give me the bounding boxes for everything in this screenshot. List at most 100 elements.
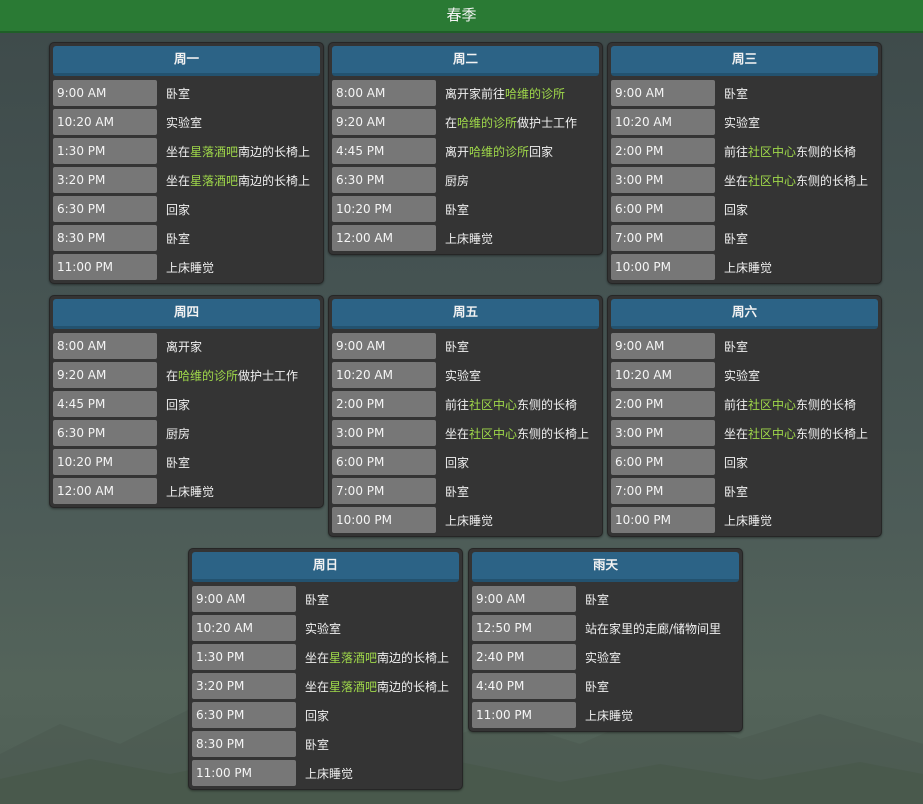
location-text: 回家 [296,707,329,724]
location-text: 上床睡觉 [157,483,214,500]
time-cell: 6:00 PM [611,196,715,222]
location-text: 卧室 [296,591,329,608]
location-segment: 上床睡觉 [305,766,354,781]
location-segment: 离开家前往 [445,86,506,101]
schedule-row: 12:00 AM 上床睡觉 [53,478,320,504]
location-segment: 前往 [724,397,749,412]
location-segment: 卧室 [305,737,330,752]
schedule-row: 10:00 PM 上床睡觉 [611,254,878,280]
schedule-row: 11:00 PM 上床睡觉 [192,760,459,786]
time-cell: 4:45 PM [332,138,436,164]
location-text: 在哈维的诊所做护士工作 [157,367,298,384]
season-header: 春季 [0,0,923,33]
time-cell: 10:20 PM [332,196,436,222]
location-segment: 上床睡觉 [445,231,494,246]
location-link[interactable]: 社区中心 [748,174,796,188]
schedule-card-rainy: 雨天 9:00 AM 卧室 12:50 PM 站在家里的走廊/储物间里 2:40 PM 实验… [468,548,743,732]
location-link[interactable]: 社区中心 [469,398,517,412]
location-segment: 卧室 [585,679,610,694]
schedule-row: 2:00 PM 前往社区中心东侧的长椅 [611,138,878,164]
location-segment: 前往 [445,397,470,412]
location-link[interactable]: 社区中心 [748,145,796,159]
location-segment: 实验室 [166,115,203,130]
time-cell: 10:20 AM [332,362,436,388]
location-text: 上床睡觉 [296,765,353,782]
time-cell: 12:50 PM [472,615,576,641]
schedule-row: 6:30 PM 回家 [53,196,320,222]
location-segment: 坐在 [305,679,330,694]
time-cell: 9:00 AM [472,586,576,612]
location-segment: 厨房 [166,426,191,441]
location-segment: 南边的长椅上 [377,650,450,665]
time-cell: 3:00 PM [611,167,715,193]
schedule-row: 12:50 PM 站在家里的走廊/储物间里 [472,615,739,641]
location-link[interactable]: 哈维的诊所 [469,145,529,159]
season-title: 春季 [446,6,477,24]
location-segment: 回家 [166,202,191,217]
location-link[interactable]: 星落酒吧 [190,145,238,159]
schedule-row: 11:00 PM 上床睡觉 [53,254,320,280]
location-link[interactable]: 社区中心 [748,398,796,412]
location-segment: 上床睡觉 [724,260,773,275]
schedule-card-monday: 周一 9:00 AM 卧室 10:20 AM 实验室 1:30 PM 坐在星落酒吧南边的长椅… [49,42,324,284]
time-cell: 9:00 AM [332,333,436,359]
schedule-row: 2:40 PM 实验室 [472,644,739,670]
location-text: 回家 [157,396,190,413]
location-segment: 东侧的长椅上 [796,173,869,188]
location-segment: 卧室 [724,484,749,499]
time-cell: 8:30 PM [53,225,157,251]
time-cell: 10:20 AM [53,109,157,135]
location-text: 卧室 [157,454,190,471]
schedule-row: 9:20 AM 在哈维的诊所做护士工作 [53,362,320,388]
time-cell: 2:00 PM [611,138,715,164]
time-cell: 6:30 PM [53,420,157,446]
location-segment: 坐在 [724,426,749,441]
time-cell: 12:00 AM [332,225,436,251]
location-segment: 坐在 [445,426,470,441]
location-link[interactable]: 星落酒吧 [329,680,377,694]
schedule-card-thursday: 周四 8:00 AM 离开家 9:20 AM 在哈维的诊所做护士工作 4:45 PM 回家 6… [49,295,324,508]
time-cell: 9:00 AM [53,80,157,106]
schedule-row: 9:20 AM 在哈维的诊所做护士工作 [332,109,599,135]
time-cell: 7:00 PM [611,478,715,504]
location-segment: 上床睡觉 [724,513,773,528]
schedule-row: 2:00 PM 前往社区中心东侧的长椅 [611,391,878,417]
location-link[interactable]: 星落酒吧 [329,651,377,665]
location-link[interactable]: 哈维的诊所 [505,87,565,101]
time-cell: 10:20 PM [53,449,157,475]
schedule-row: 10:00 PM 上床睡觉 [332,507,599,533]
time-cell: 9:00 AM [192,586,296,612]
location-text: 卧室 [715,85,748,102]
schedule-row: 6:00 PM 回家 [332,449,599,475]
location-segment: 实验室 [585,650,622,665]
location-segment: 卧室 [445,202,470,217]
schedule-card-saturday: 周六 9:00 AM 卧室 10:20 AM 实验室 2:00 PM 前往社区中心东侧的长椅… [607,295,882,537]
location-text: 厨房 [157,425,190,442]
location-link[interactable]: 星落酒吧 [190,174,238,188]
location-text: 卧室 [296,736,329,753]
location-text: 前往社区中心东侧的长椅 [715,143,856,160]
location-text: 离开哈维的诊所回家 [436,143,553,160]
location-segment: 卧室 [166,455,191,470]
location-link[interactable]: 哈维的诊所 [457,116,517,130]
time-cell: 7:00 PM [611,225,715,251]
time-cell: 7:00 PM [332,478,436,504]
location-link[interactable]: 社区中心 [748,427,796,441]
location-segment: 离开 [445,144,470,159]
location-text: 实验室 [715,114,760,131]
location-text: 坐在社区中心东侧的长椅上 [715,172,868,189]
time-cell: 9:20 AM [332,109,436,135]
location-link[interactable]: 哈维的诊所 [178,369,238,383]
schedule-card-friday: 周五 9:00 AM 卧室 10:20 AM 实验室 2:00 PM 前往社区中心东侧的长椅… [328,295,603,537]
location-text: 上床睡觉 [436,230,493,247]
location-segment: 卧室 [724,86,749,101]
location-text: 厨房 [436,172,469,189]
location-link[interactable]: 社区中心 [469,427,517,441]
schedule-row: 3:00 PM 坐在社区中心东侧的长椅上 [332,420,599,446]
schedule-row: 10:20 AM 实验室 [192,615,459,641]
location-segment: 回家 [166,397,191,412]
location-segment: 实验室 [724,115,761,130]
location-segment: 坐在 [724,173,749,188]
schedule-row: 10:20 AM 实验室 [611,362,878,388]
schedule-row: 6:00 PM 回家 [611,449,878,475]
